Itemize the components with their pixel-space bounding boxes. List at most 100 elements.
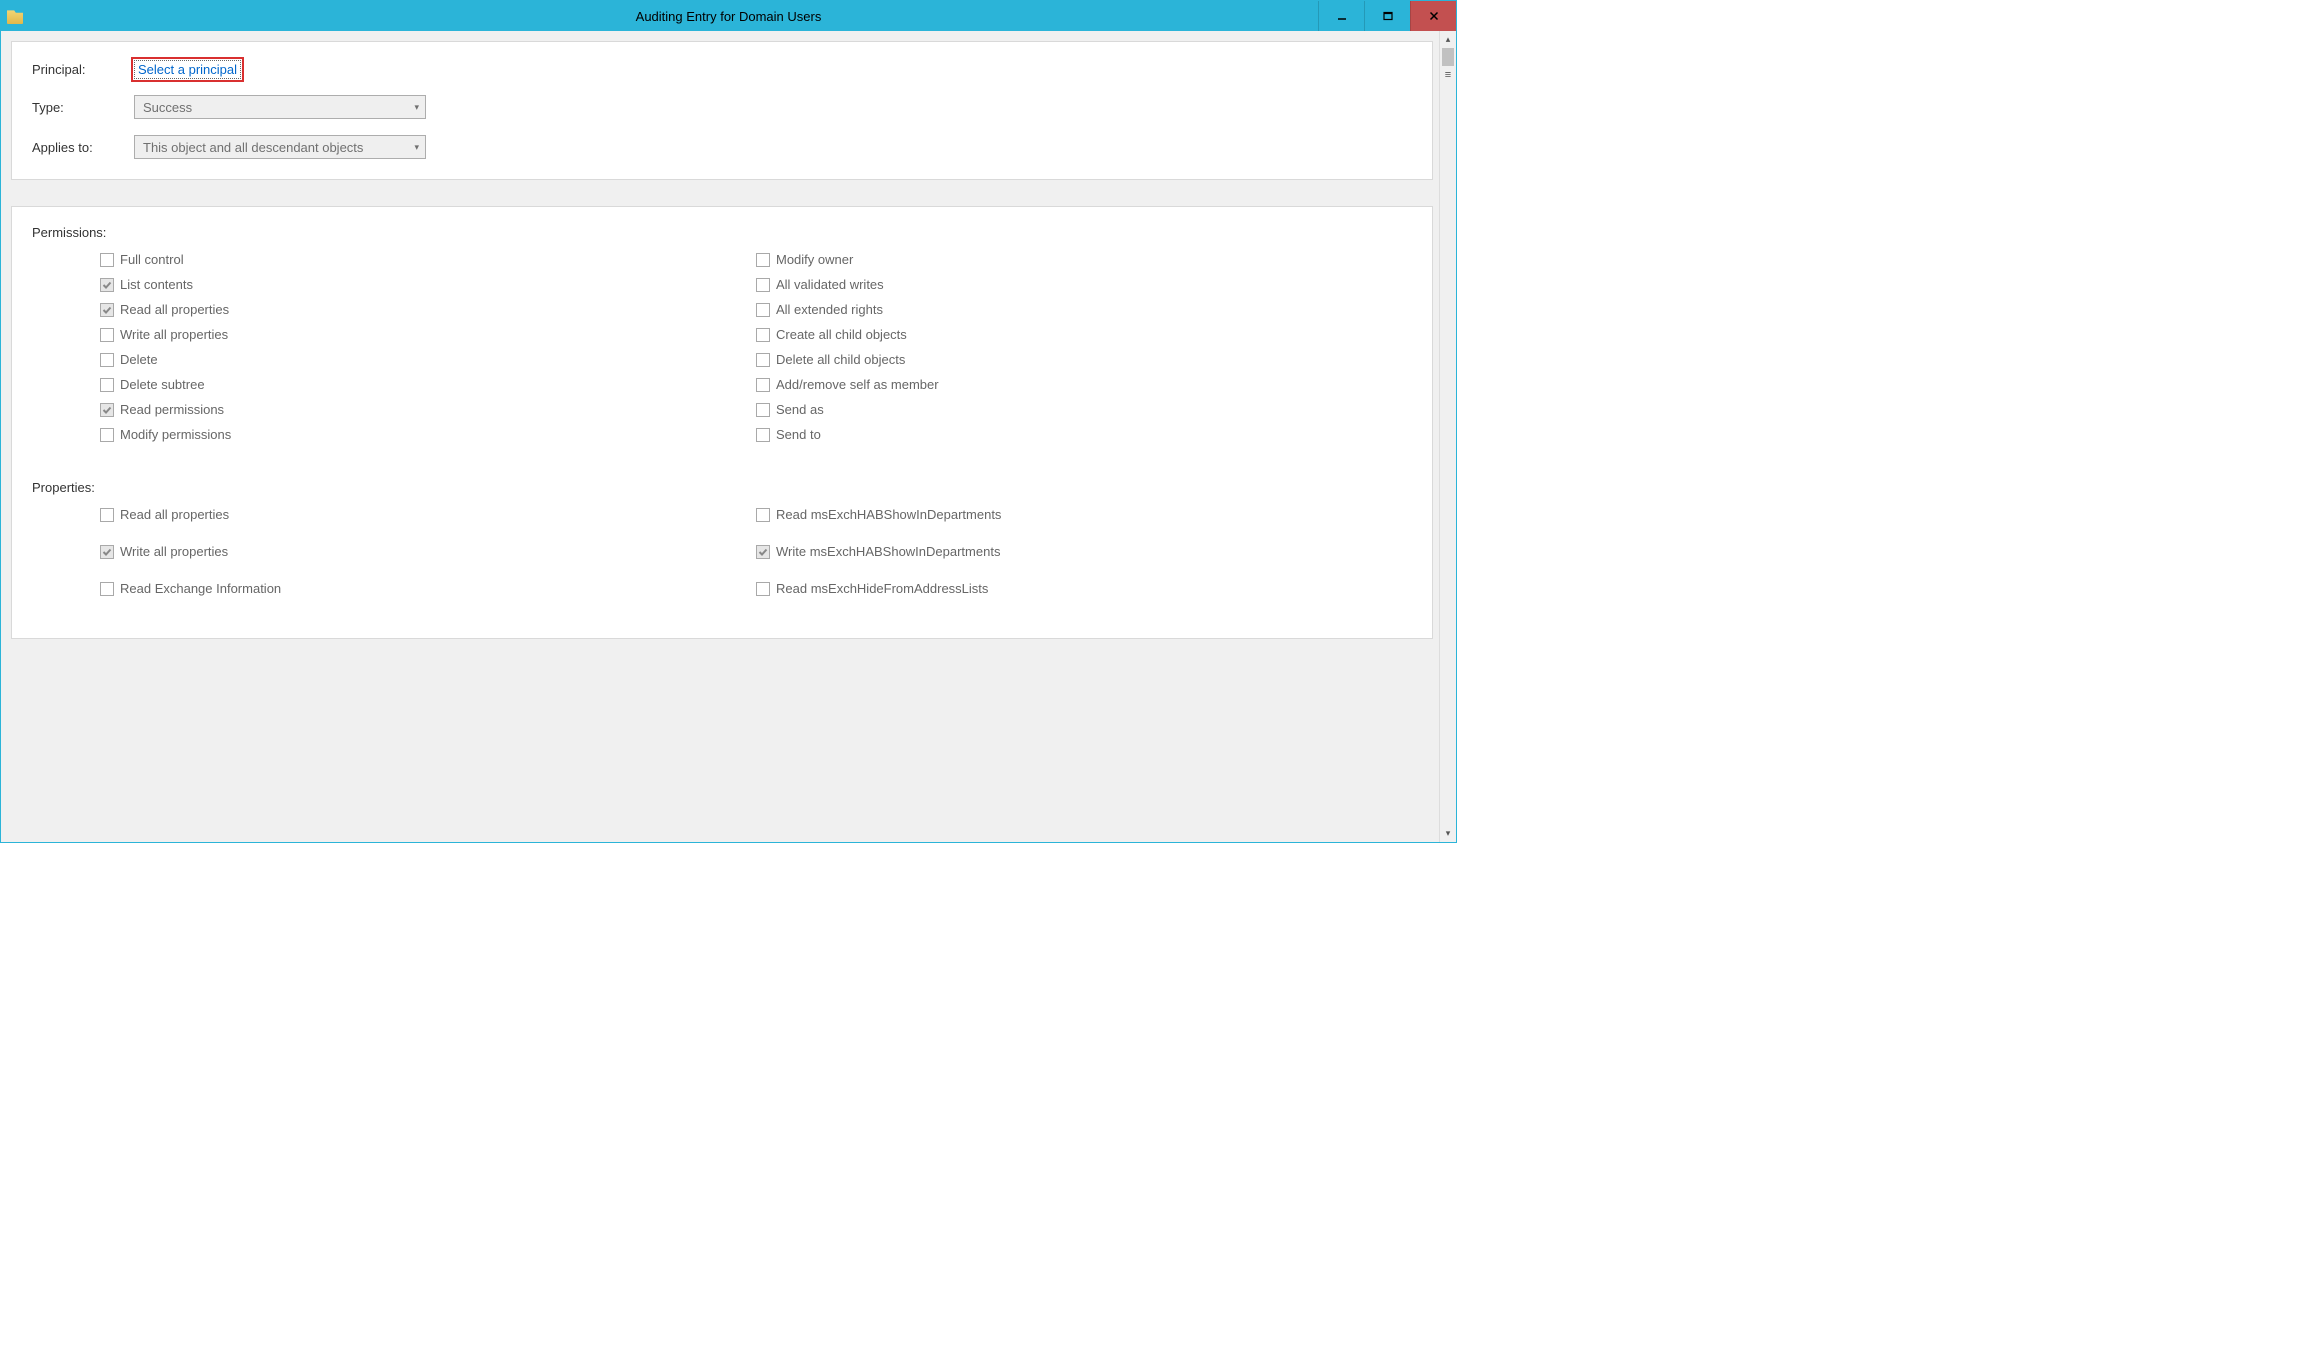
identity-panel: Principal: Select a principal Type: Succ…	[11, 41, 1433, 180]
permission-label: Delete subtree	[120, 377, 205, 392]
property-checkbox[interactable]	[756, 582, 770, 596]
permission-checkbox[interactable]	[100, 278, 114, 292]
permission-checkbox[interactable]	[756, 378, 770, 392]
permission-label: Full control	[120, 252, 184, 267]
property-label: Read msExchHABShowInDepartments	[776, 507, 1001, 522]
type-value: Success	[143, 100, 192, 115]
property-item: Read Exchange Information	[100, 581, 756, 596]
permission-checkbox[interactable]	[756, 303, 770, 317]
permission-checkbox[interactable]	[756, 278, 770, 292]
permission-label: All extended rights	[776, 302, 883, 317]
permission-checkbox[interactable]	[100, 253, 114, 267]
property-item: Write msExchHABShowInDepartments	[756, 544, 1412, 559]
permission-item: Full control	[100, 252, 756, 267]
permission-checkbox[interactable]	[100, 428, 114, 442]
permission-label: Delete all child objects	[776, 352, 905, 367]
principal-row: Principal: Select a principal	[32, 60, 1412, 79]
permission-label: Create all child objects	[776, 327, 907, 342]
property-checkbox[interactable]	[100, 545, 114, 559]
permission-label: Delete	[120, 352, 158, 367]
vertical-scrollbar[interactable]: ▴ ▾	[1439, 31, 1456, 842]
titlebar[interactable]: Auditing Entry for Domain Users	[1, 1, 1456, 31]
properties-col1: Read all properties Write all properties R…	[100, 507, 756, 618]
chevron-down-icon: ▾	[414, 142, 419, 153]
appliesto-value: This object and all descendant objects	[143, 140, 363, 155]
permission-checkbox[interactable]	[100, 403, 114, 417]
permission-item: Modify permissions	[100, 427, 756, 442]
property-item: Write all properties	[100, 544, 756, 559]
maximize-button[interactable]	[1364, 1, 1410, 31]
permission-checkbox[interactable]	[756, 328, 770, 342]
permission-label: Write all properties	[120, 327, 228, 342]
permission-label: List contents	[120, 277, 193, 292]
window-buttons	[1318, 1, 1456, 31]
permission-checkbox[interactable]	[756, 403, 770, 417]
select-principal-link[interactable]: Select a principal	[134, 60, 241, 79]
property-label: Write msExchHABShowInDepartments	[776, 544, 1000, 559]
permission-item: Send as	[756, 402, 1412, 417]
folder-icon	[7, 8, 23, 24]
permission-label: Read permissions	[120, 402, 224, 417]
property-label: Read Exchange Information	[120, 581, 281, 596]
permission-item: Delete	[100, 352, 756, 367]
permission-item: List contents	[100, 277, 756, 292]
permission-item: All validated writes	[756, 277, 1412, 292]
permission-checkbox[interactable]	[100, 353, 114, 367]
property-checkbox[interactable]	[756, 545, 770, 559]
permission-label: Add/remove self as member	[776, 377, 939, 392]
property-label: Read msExchHideFromAddressLists	[776, 581, 988, 596]
type-row: Type: Success ▾	[32, 95, 1412, 119]
scroll-track[interactable]	[1440, 48, 1456, 825]
scroll-down-arrow-icon[interactable]: ▾	[1440, 825, 1456, 842]
permission-label: Read all properties	[120, 302, 229, 317]
permission-label: Modify permissions	[120, 427, 231, 442]
type-combobox[interactable]: Success ▾	[134, 95, 426, 119]
permissions-heading: Permissions:	[32, 225, 1412, 240]
permission-item: Delete all child objects	[756, 352, 1412, 367]
permission-item: All extended rights	[756, 302, 1412, 317]
properties-heading: Properties:	[32, 480, 1412, 495]
permissions-col1: Full control List contents Read all proper…	[100, 252, 756, 452]
auditing-entry-window: Auditing Entry for Domain Users Principa…	[0, 0, 1457, 843]
permission-checkbox[interactable]	[756, 353, 770, 367]
property-item: Read msExchHideFromAddressLists	[756, 581, 1412, 596]
appliesto-row: Applies to: This object and all descenda…	[32, 135, 1412, 159]
permissions-panel: Permissions: Full control List contents Re…	[11, 206, 1433, 639]
permission-checkbox[interactable]	[756, 253, 770, 267]
permission-checkbox[interactable]	[100, 328, 114, 342]
permission-item: Send to	[756, 427, 1412, 442]
principal-label: Principal:	[32, 62, 134, 77]
property-label: Write all properties	[120, 544, 228, 559]
permission-label: Send to	[776, 427, 821, 442]
permission-item: Read all properties	[100, 302, 756, 317]
type-label: Type:	[32, 100, 134, 115]
permission-item: Modify owner	[756, 252, 1412, 267]
properties-col2: Read msExchHABShowInDepartments Write msE…	[756, 507, 1412, 618]
permission-checkbox[interactable]	[100, 303, 114, 317]
permission-item: Write all properties	[100, 327, 756, 342]
appliesto-label: Applies to:	[32, 140, 134, 155]
close-button[interactable]	[1410, 1, 1456, 31]
appliesto-combobox[interactable]: This object and all descendant objects ▾	[134, 135, 426, 159]
scroll-thumb[interactable]	[1442, 48, 1454, 66]
scroll-grip-icon	[1440, 66, 1456, 83]
scroll-up-arrow-icon[interactable]: ▴	[1440, 31, 1456, 48]
property-checkbox[interactable]	[100, 508, 114, 522]
content: Principal: Select a principal Type: Succ…	[1, 31, 1439, 842]
permission-checkbox[interactable]	[100, 378, 114, 392]
permission-label: All validated writes	[776, 277, 884, 292]
permission-item: Read permissions	[100, 402, 756, 417]
properties-grid: Read all properties Write all properties R…	[32, 507, 1412, 618]
property-checkbox[interactable]	[100, 582, 114, 596]
client-area: Principal: Select a principal Type: Succ…	[1, 31, 1456, 842]
property-checkbox[interactable]	[756, 508, 770, 522]
permissions-grid: Full control List contents Read all proper…	[32, 252, 1412, 452]
permission-label: Modify owner	[776, 252, 853, 267]
property-item: Read msExchHABShowInDepartments	[756, 507, 1412, 522]
property-item: Read all properties	[100, 507, 756, 522]
permission-label: Send as	[776, 402, 824, 417]
permission-item: Delete subtree	[100, 377, 756, 392]
chevron-down-icon: ▾	[414, 102, 419, 113]
permission-checkbox[interactable]	[756, 428, 770, 442]
minimize-button[interactable]	[1318, 1, 1364, 31]
